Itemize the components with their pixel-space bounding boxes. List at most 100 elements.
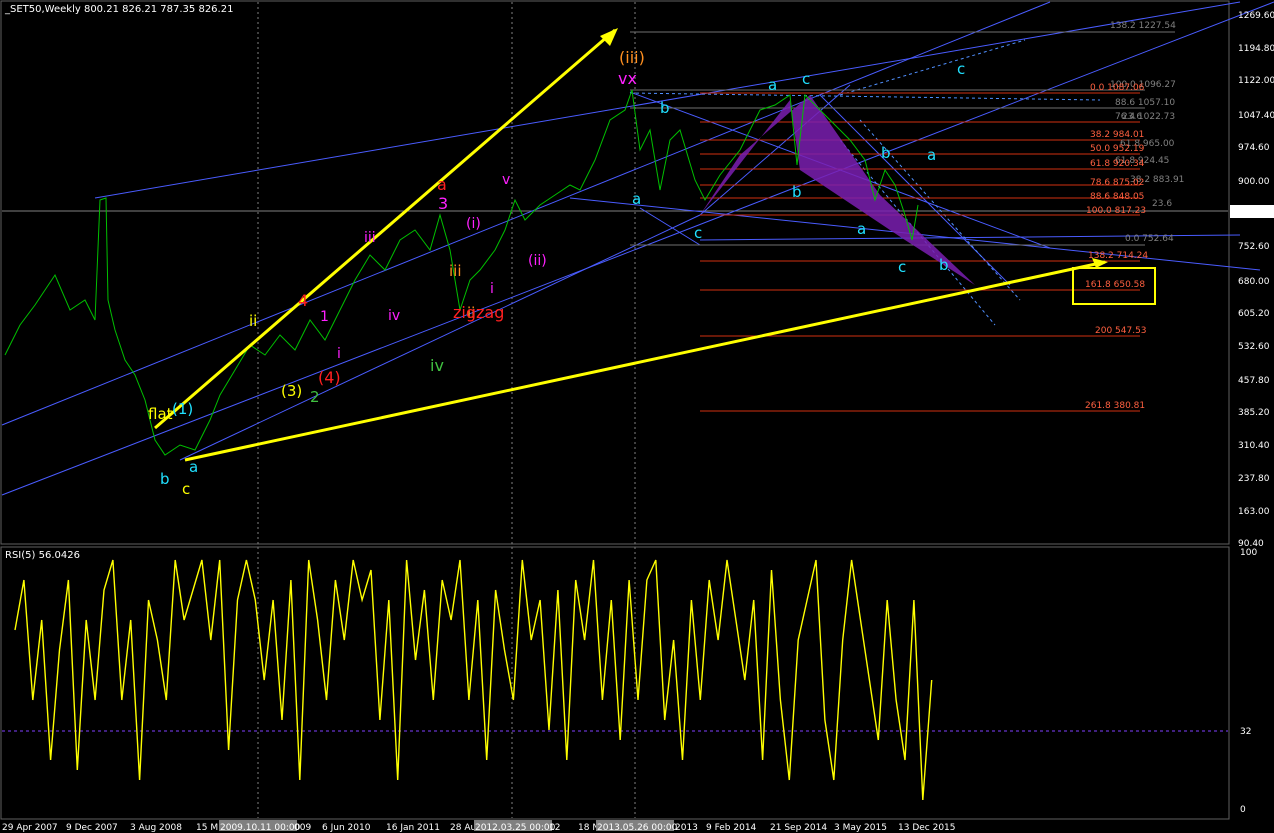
wave-label: (i) [466, 216, 481, 232]
fib-level-label: 0.0 752.64 [1125, 234, 1174, 244]
impulse-arrow [154, 28, 616, 430]
wave-label: iv [430, 356, 444, 375]
price-tick: 163.00 [1238, 507, 1270, 517]
fib-level-label: 138.2 1227.54 [1110, 21, 1176, 31]
price-tick: 532.60 [1238, 342, 1270, 352]
time-tick: 3 Aug 2008 [130, 823, 182, 833]
time-tick: 2013.05.26 00:00 [597, 823, 678, 833]
time-tick: 2013 [675, 823, 698, 833]
fib-level-label: 88.6 848.05 [1090, 192, 1144, 202]
wave-label: 1 [320, 309, 329, 325]
wave-label: c [802, 70, 810, 88]
wave-label: a [632, 190, 641, 208]
wave-label: a [437, 175, 447, 194]
time-tick: 12 [549, 823, 560, 833]
wave-label: (ii) [528, 253, 547, 269]
wave-label: c [898, 258, 906, 276]
price-tick: 680.00 [1238, 277, 1270, 287]
time-tick: 2009.10.11 00:00 [220, 823, 301, 833]
time-tick: 16 Jan 2011 [386, 823, 440, 833]
chart-title: _SET50,Weekly 800.21 826.21 787.35 826.2… [4, 4, 233, 15]
wave-label: a [189, 458, 198, 476]
fib-level-label: 50.0 952.19 [1090, 144, 1145, 154]
wave-label: 3 [438, 194, 448, 213]
fib-level-label: 88.6 1057.10 [1115, 98, 1175, 108]
fib-level-label: 0.0 1087.06 [1090, 83, 1145, 93]
wave-label: b [939, 256, 949, 274]
wave-label: b [792, 183, 802, 201]
rsi-axis-100: 100 [1240, 548, 1257, 558]
wave-label: iii [449, 262, 462, 280]
time-tick: 3 May 2015 [834, 823, 887, 833]
time-tick: 29 Apr 2007 [2, 823, 58, 833]
wave-label: c [957, 60, 965, 78]
trading-chart[interactable]: _SET50,Weekly 800.21 826.21 787.35 826.2… [0, 0, 1274, 833]
wave-label: 2 [310, 388, 320, 406]
price-tick: 752.60 [1238, 242, 1270, 252]
wave-label: a [857, 220, 866, 238]
main-panel [0, 0, 1230, 545]
price-tick: 974.60 [1238, 143, 1270, 153]
fib-level-label: 161.8 650.58 [1085, 280, 1145, 290]
wave-label: 4 [298, 291, 308, 310]
fib-level-label: 261.8 380.81 [1085, 401, 1145, 411]
price-tick: 1047.40 [1238, 111, 1274, 121]
fib-lines [700, 92, 1140, 412]
fib-level-label: 78.6 875.02 [1090, 178, 1144, 188]
wave-label: (3) [281, 382, 302, 400]
wave-label: iii [364, 230, 376, 246]
fib-labels: 138.2 1227.54100.0 1096.2788.6 1057.1023… [1085, 21, 1184, 411]
price-tick: 900.00 [1238, 177, 1270, 187]
wave-label: zigzag [453, 303, 504, 322]
price-tick: 1194.80 [1238, 44, 1274, 54]
time-axis: 29 Apr 2007 9 Dec 2007 3 Aug 2008 15 M 2009.… [2, 820, 956, 833]
time-tick: 15 M [196, 823, 218, 833]
wave-label: (iii) [619, 48, 645, 67]
fib-level-label: 100.0 817.23 [1086, 206, 1146, 216]
wave-label: a [927, 146, 936, 164]
time-tick: 21 Sep 2014 [770, 823, 827, 833]
time-tick: 2012.03.25 00:00 [475, 823, 556, 833]
fib-level-label: 200 547.53 [1095, 326, 1147, 336]
time-tick: 28 Au [450, 823, 476, 833]
wave-label: i [337, 346, 341, 362]
impulse-arrowhead [600, 28, 618, 46]
wave-label: a [768, 76, 777, 94]
price-tick: 457.80 [1238, 376, 1270, 386]
wave-label: (4) [318, 368, 341, 387]
wave-label: i [490, 281, 494, 297]
price-tick: 1122.00 [1238, 76, 1274, 86]
wave-label: flat [148, 405, 173, 423]
price-tick: 385.20 [1238, 408, 1270, 418]
time-tick: 18 N [578, 823, 599, 833]
price-tick: 1269.60 [1238, 11, 1274, 21]
price-axis: 1269.60 1194.80 1122.00 1047.40 974.60 900.00… [1238, 11, 1274, 549]
wave-label: b [881, 144, 891, 162]
fib-level-label: 38.2 984.01 [1090, 130, 1144, 140]
channel-lines [1, 1, 1274, 496]
harmonic-pattern [700, 95, 975, 285]
wave-label: vx [618, 69, 637, 88]
current-price-box [1230, 205, 1274, 218]
fib-level-label: 61.8 920.34 [1090, 159, 1145, 169]
wave-labels: (iii)vx a ccbaba bc ac ba3viiiiii(i)iii(ii)iv… [148, 48, 965, 498]
wave-label: c [694, 224, 702, 242]
wave-label: (1) [172, 400, 193, 418]
fib-level-label: 138.2 714.24 [1088, 251, 1148, 261]
wave-label: c [182, 480, 190, 498]
price-tick: 605.20 [1238, 309, 1270, 319]
time-tick: 6 Jun 2010 [322, 823, 371, 833]
wave-label: b [160, 470, 170, 488]
time-tick: 009 [294, 823, 311, 833]
fib-level-label: 76.4 1022.73 [1115, 112, 1175, 122]
period-separators [257, 2, 636, 818]
wave-label: b [660, 99, 670, 117]
support-trendline [184, 260, 1106, 462]
wave-label: iv [388, 308, 400, 324]
rsi-axis-32: 32 [1240, 727, 1251, 737]
rsi-panel [0, 546, 1230, 820]
rsi-axis-0: 0 [1240, 805, 1246, 815]
time-tick: 9 Dec 2007 [66, 823, 118, 833]
wave-label: ii [249, 312, 257, 330]
rsi-series [14, 559, 933, 801]
